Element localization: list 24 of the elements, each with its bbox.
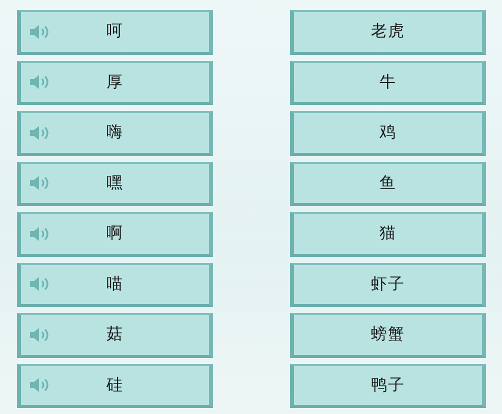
sound-card[interactable]: 硅	[17, 364, 213, 408]
word-card[interactable]: 螃蟹	[290, 313, 486, 358]
sound-card[interactable]: 嘿	[17, 162, 213, 206]
speaker-icon	[29, 24, 51, 40]
word-card[interactable]: 鸭子	[290, 364, 486, 408]
sound-card[interactable]: 嗨	[17, 111, 213, 156]
word-card[interactable]: 老虎	[290, 10, 486, 54]
speaker-icon	[29, 276, 51, 292]
sound-card[interactable]: 喵	[17, 262, 213, 307]
word-card[interactable]: 牛	[290, 60, 486, 105]
speaker-icon	[29, 377, 51, 394]
sound-card[interactable]: 啊	[17, 212, 213, 256]
speaker-icon	[29, 226, 51, 242]
word-card[interactable]: 虾子	[290, 262, 486, 307]
word-card[interactable]: 鸡	[290, 111, 486, 156]
sound-card[interactable]: 厚	[17, 60, 213, 105]
sound-card[interactable]: 呵	[17, 10, 213, 54]
word-card[interactable]: 鱼	[290, 162, 486, 206]
word-card[interactable]: 猫	[290, 212, 486, 256]
speaker-icon	[29, 74, 51, 90]
speaker-icon	[29, 124, 51, 141]
speaker-icon	[29, 326, 51, 343]
sound-card[interactable]: 菇	[17, 313, 213, 358]
speaker-icon	[29, 175, 51, 192]
